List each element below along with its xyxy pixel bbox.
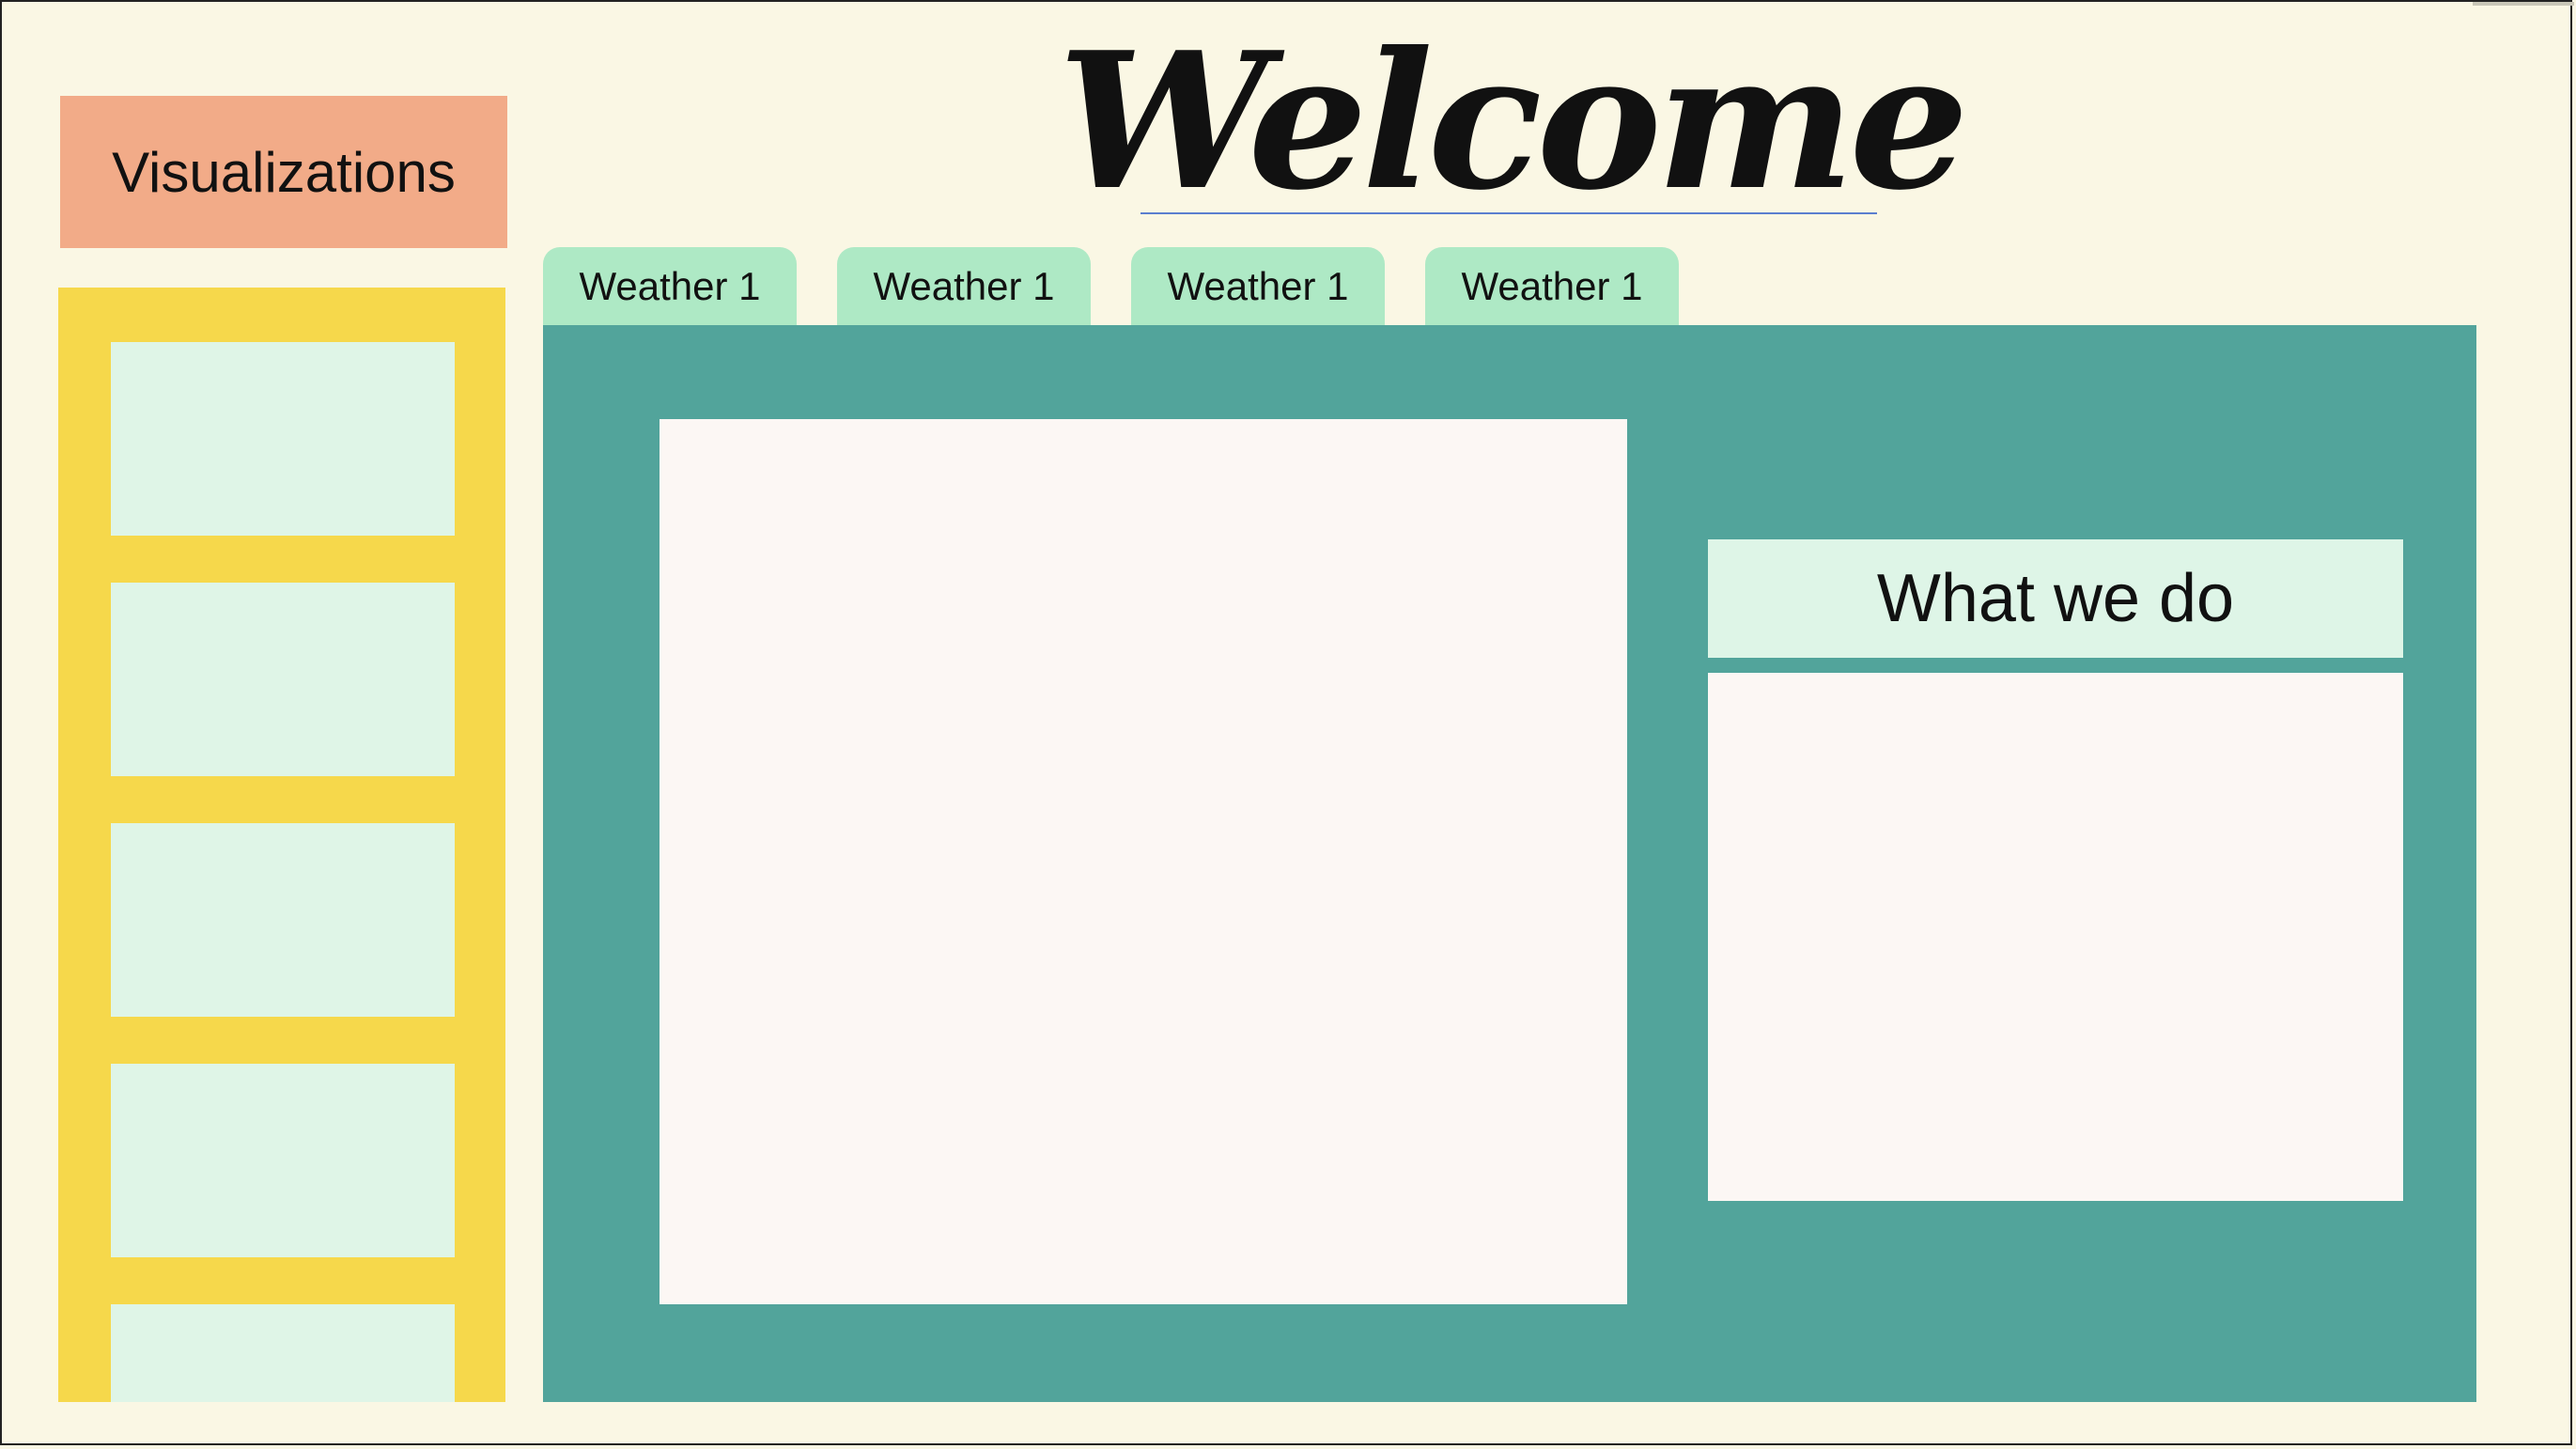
visualization-thumbnail[interactable] bbox=[111, 823, 455, 1017]
page-title: Welcome bbox=[1058, 11, 1969, 232]
tab-weather-2[interactable]: Weather 1 bbox=[837, 247, 1091, 326]
visualizations-header[interactable]: Visualizations bbox=[60, 96, 507, 248]
main-panel: What we do bbox=[543, 325, 2476, 1402]
tab-weather-1[interactable]: Weather 1 bbox=[543, 247, 797, 326]
what-we-do-content bbox=[1708, 673, 2403, 1201]
visualization-thumbnail[interactable] bbox=[111, 1064, 455, 1257]
visualization-thumbnail[interactable] bbox=[111, 583, 455, 776]
what-we-do-heading: What we do bbox=[1708, 539, 2403, 658]
visualization-thumbnail[interactable] bbox=[111, 1304, 455, 1402]
main-content-area bbox=[660, 419, 1627, 1304]
visualization-thumbnail[interactable] bbox=[111, 342, 455, 536]
tab-weather-4[interactable]: Weather 1 bbox=[1425, 247, 1679, 326]
title-underline bbox=[1141, 212, 1877, 214]
window-corner-mark bbox=[2473, 2, 2574, 6]
visualizations-sidebar bbox=[58, 288, 505, 1402]
tab-weather-3[interactable]: Weather 1 bbox=[1131, 247, 1385, 326]
